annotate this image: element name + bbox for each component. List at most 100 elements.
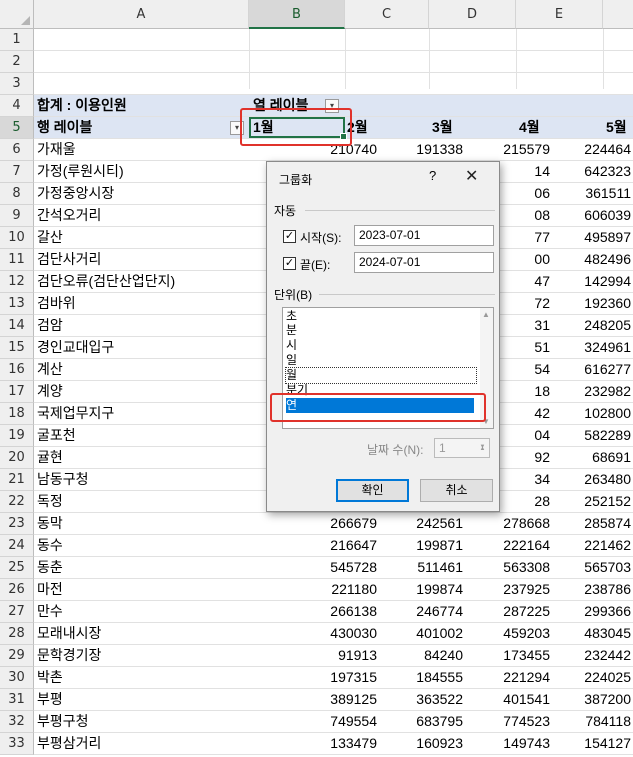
row-label-cell[interactable]: 갈산 (37, 227, 63, 248)
value-cell-d[interactable]: 28 (534, 491, 550, 512)
value-cell-d[interactable]: 72 (534, 293, 550, 314)
value-cell-c[interactable]: 363522 (416, 689, 463, 710)
row-label-cell[interactable]: 동수 (37, 535, 63, 556)
value-cell-b[interactable]: 197315 (330, 667, 377, 688)
value-cell-e[interactable]: 482496 (584, 249, 631, 270)
column-header-e[interactable]: E (516, 0, 603, 29)
month-header-3[interactable]: 3월 (432, 117, 453, 138)
row-header[interactable]: 33 (0, 733, 34, 755)
scroll-up-icon[interactable]: ▲ (482, 310, 490, 319)
value-cell-e[interactable]: 232442 (584, 645, 631, 666)
row-header[interactable]: 31 (0, 689, 34, 711)
value-cell-b[interactable]: 545728 (330, 557, 377, 578)
close-icon[interactable]: ✕ (465, 166, 478, 186)
value-cell-c[interactable]: 242561 (416, 513, 463, 534)
value-cell-c[interactable]: 683795 (416, 711, 463, 732)
value-cell-d[interactable]: 04 (534, 425, 550, 446)
row-header[interactable]: 8 (0, 183, 34, 205)
value-cell-e[interactable]: 192360 (584, 293, 631, 314)
value-cell-d[interactable]: 287225 (503, 601, 550, 622)
cancel-button[interactable]: 취소 (420, 479, 493, 502)
value-cell-b[interactable]: 221180 (331, 579, 377, 600)
row-label-cell[interactable]: 부평 (37, 689, 63, 710)
value-cell-e[interactable]: 616277 (584, 359, 631, 380)
row-header[interactable]: 15 (0, 337, 34, 359)
value-cell-e[interactable]: 606039 (584, 205, 631, 226)
row-header[interactable]: 27 (0, 601, 34, 623)
value-cell-d[interactable]: 77 (534, 227, 550, 248)
value-cell-b[interactable]: 91913 (338, 645, 377, 666)
row-header[interactable]: 18 (0, 403, 34, 425)
value-cell-b[interactable]: 389125 (330, 689, 377, 710)
value-cell-d[interactable]: 34 (534, 469, 550, 490)
unit-option-month[interactable]: 월 (285, 367, 477, 384)
value-cell-d[interactable]: 06 (534, 183, 550, 204)
value-cell-d[interactable]: 459203 (503, 623, 550, 644)
value-cell-e[interactable]: 483045 (584, 623, 631, 644)
row-header[interactable]: 5 (0, 117, 34, 139)
row-header[interactable]: 10 (0, 227, 34, 249)
select-all-corner[interactable] (0, 0, 34, 29)
value-cell-b[interactable]: 216647 (330, 535, 377, 556)
value-cell-e[interactable]: 142994 (584, 271, 631, 292)
row-header[interactable]: 9 (0, 205, 34, 227)
value-cell-e[interactable]: 582289 (584, 425, 631, 446)
column-header-a[interactable]: A (34, 0, 249, 29)
value-cell-e[interactable]: 68691 (592, 447, 631, 468)
start-date-input[interactable]: 2023-07-01 (354, 225, 494, 246)
value-cell-d[interactable]: 149743 (503, 733, 550, 754)
column-header-b[interactable]: B (249, 0, 345, 29)
column-header-d[interactable]: D (429, 0, 516, 29)
value-cell-d[interactable]: 221294 (503, 667, 550, 688)
row-header[interactable]: 25 (0, 557, 34, 579)
value-cell-e[interactable]: 263480 (584, 469, 631, 490)
value-cell-d[interactable]: 42 (534, 403, 550, 424)
row-label-cell[interactable]: 검바위 (37, 293, 76, 314)
row-label-cell[interactable]: 박촌 (37, 667, 63, 688)
value-cell-d[interactable]: 14 (534, 161, 550, 182)
row-label-cell[interactable]: 부평삼거리 (37, 733, 101, 754)
row-header[interactable]: 23 (0, 513, 34, 535)
row-header[interactable]: 16 (0, 359, 34, 381)
row-label-cell[interactable]: 검단사거리 (37, 249, 101, 270)
value-cell-c[interactable]: 401002 (416, 623, 463, 644)
value-cell-e[interactable]: 642323 (584, 161, 631, 182)
month-header-5[interactable]: 5월 (606, 117, 627, 138)
ok-button[interactable]: 확인 (336, 479, 409, 502)
row-label-cell[interactable]: 검단오류(검단산업단지) (37, 271, 175, 292)
value-cell-e[interactable]: 154127 (584, 733, 631, 754)
row-header[interactable]: 11 (0, 249, 34, 271)
column-header-f-partial[interactable] (603, 0, 633, 29)
row-label-cell[interactable]: 국제업무지구 (37, 403, 114, 424)
value-cell-d[interactable]: 31 (534, 315, 550, 336)
value-cell-e[interactable]: 224025 (584, 667, 631, 688)
row-label-cell[interactable]: 가정(루원시티) (37, 161, 124, 182)
value-cell-e[interactable]: 232982 (584, 381, 631, 402)
row-header[interactable]: 1 (0, 29, 34, 51)
row-label-cell[interactable]: 모래내시장 (37, 623, 101, 644)
unit-option-minute[interactable]: 분 (286, 323, 297, 338)
row-header[interactable]: 32 (0, 711, 34, 733)
value-cell-c[interactable]: 199871 (416, 535, 463, 556)
row-label-cell[interactable]: 경인교대입구 (37, 337, 114, 358)
row-label-cell[interactable]: 굴포천 (37, 425, 76, 446)
row-header[interactable]: 12 (0, 271, 34, 293)
value-cell-c[interactable]: 199874 (416, 579, 463, 600)
value-cell-d[interactable]: 51 (534, 337, 550, 358)
row-header[interactable]: 30 (0, 667, 34, 689)
row-header[interactable]: 22 (0, 491, 34, 513)
value-cell-d[interactable]: 47 (534, 271, 550, 292)
value-cell-b[interactable]: 430030 (330, 623, 377, 644)
row-label-cell[interactable]: 귤현 (37, 447, 63, 468)
row-header[interactable]: 29 (0, 645, 34, 667)
month-header-4[interactable]: 4월 (519, 117, 540, 138)
row-label-cell[interactable]: 검암 (37, 315, 63, 336)
row-label-cell[interactable]: 동춘 (37, 557, 63, 578)
row-label-cell[interactable]: 가재울 (37, 139, 76, 160)
value-cell-d[interactable]: 00 (534, 249, 550, 270)
row-label-cell[interactable]: 계산 (37, 359, 63, 380)
pivot-sum-label[interactable]: 합계 : 이용인원 (37, 95, 127, 116)
value-cell-c[interactable]: 191338 (416, 139, 463, 160)
unit-option-day[interactable]: 일 (286, 353, 297, 368)
value-cell-d[interactable]: 401541 (503, 689, 550, 710)
